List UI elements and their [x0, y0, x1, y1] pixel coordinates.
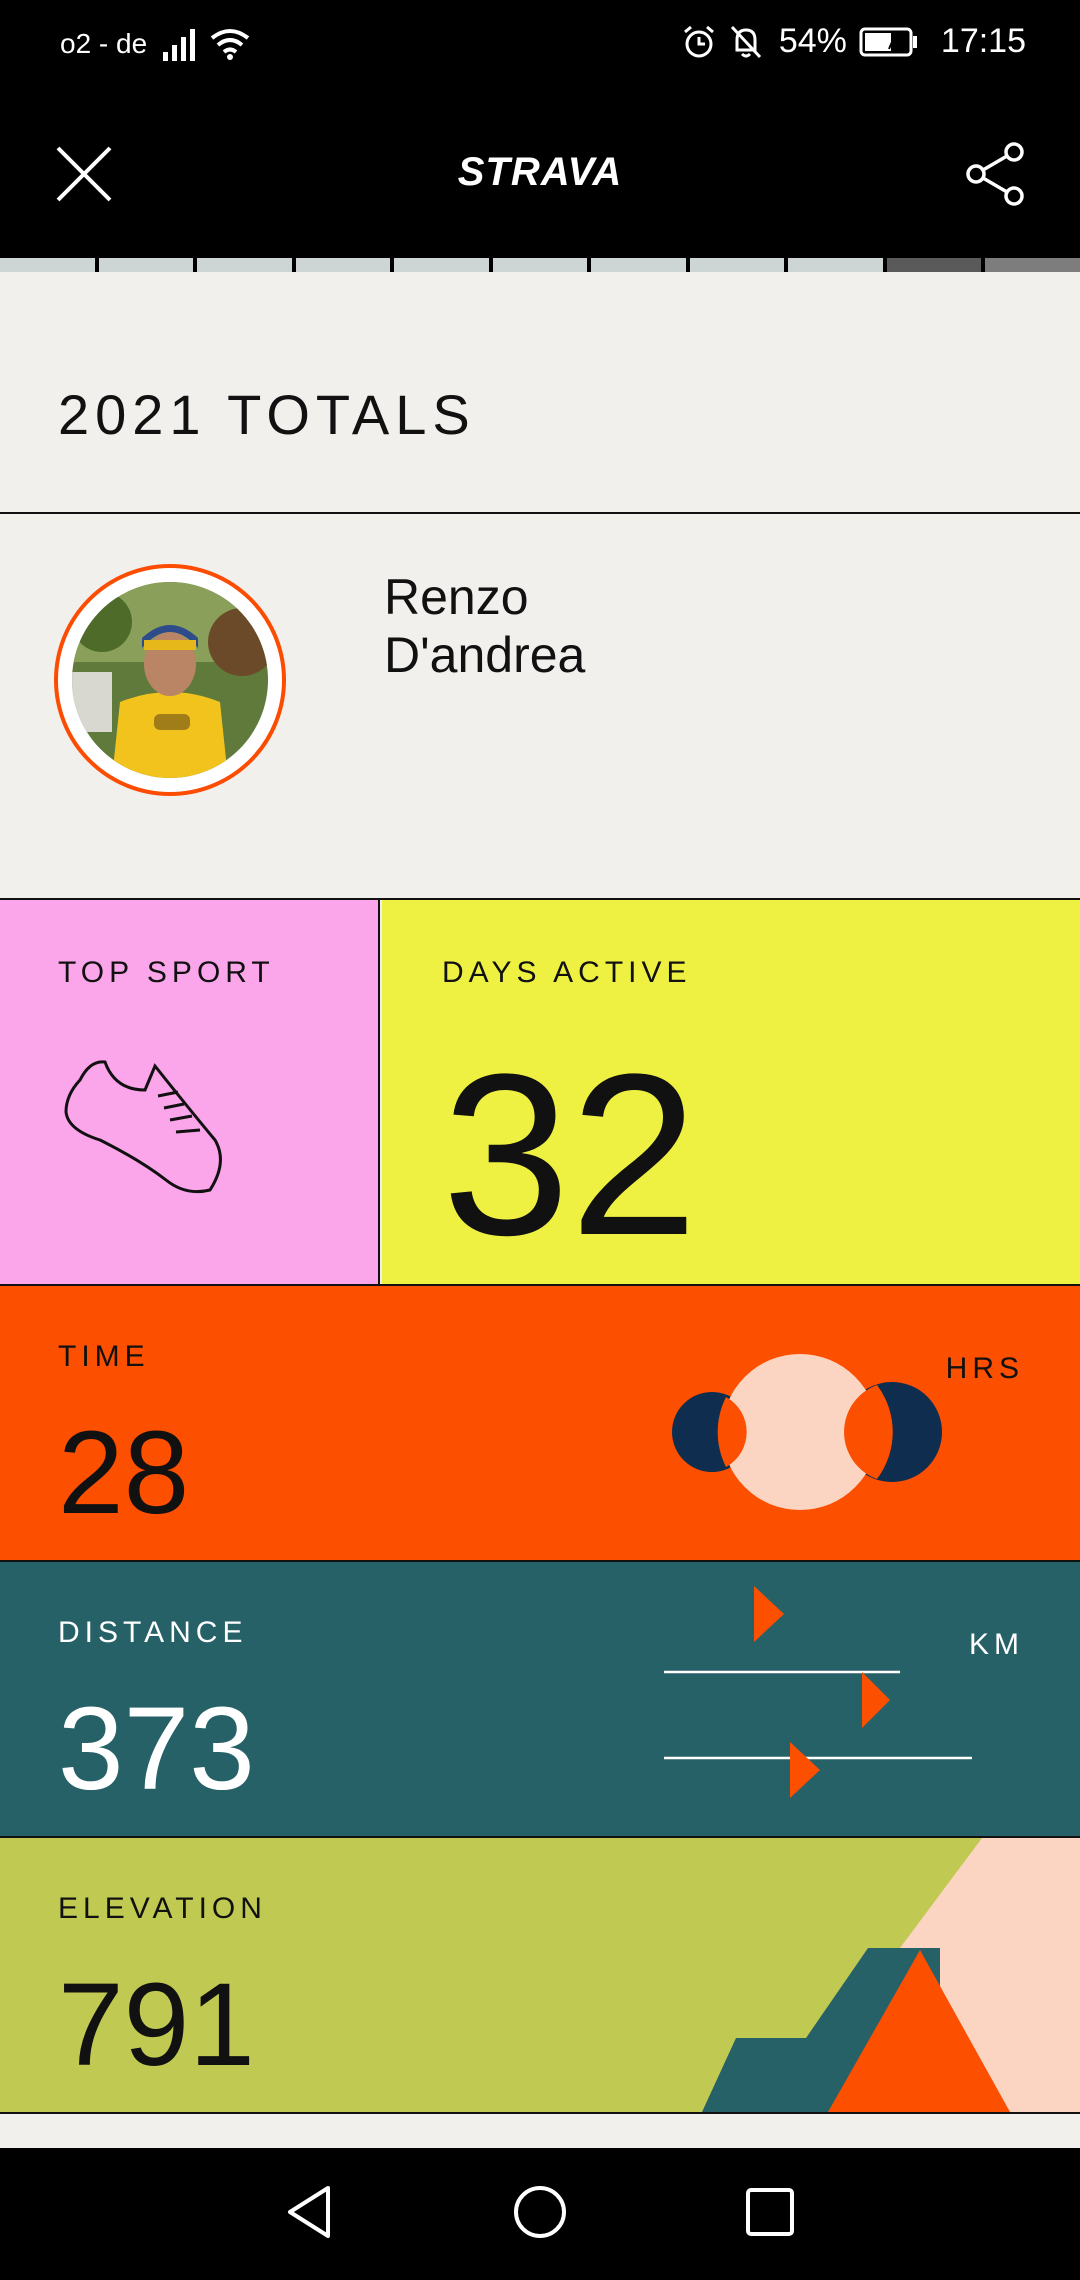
time-graphic — [672, 1354, 942, 1510]
page-title: 2021 TOTALS — [58, 383, 476, 446]
last-name: D'andrea — [384, 627, 586, 683]
totals-card: 2021 TOTALS Renzo D'andrea TOP SPORT DAYS… — [0, 272, 1080, 2148]
elevation-graphic — [702, 1838, 1080, 2112]
progress-segment — [591, 258, 686, 272]
days-active-value: 32 — [442, 1026, 698, 1283]
home-icon[interactable] — [512, 2184, 568, 2240]
time-value: 28 — [58, 1407, 190, 1539]
clock: 17:15 — [940, 22, 1026, 60]
battery-percentage: 54% — [778, 22, 847, 60]
time-unit: HRS — [945, 1352, 1024, 1385]
elevation-label: ELEVATION — [58, 1892, 267, 1925]
progress-segment — [394, 258, 489, 272]
distance-label: DISTANCE — [58, 1616, 248, 1649]
progress-segment — [788, 258, 883, 272]
distance-graphic — [664, 1586, 972, 1798]
battery-icon — [859, 27, 917, 56]
profile-photo — [72, 582, 268, 778]
progress-segment — [197, 258, 292, 272]
story-progress-bar — [0, 258, 1080, 272]
first-name: Renzo — [384, 569, 529, 625]
status-right-group: 54% 17:15 — [681, 22, 1026, 61]
progress-segment — [985, 258, 1080, 272]
days-active-tile: DAYS ACTIVE 32 — [382, 900, 1080, 1284]
back-icon[interactable] — [284, 2184, 334, 2240]
wifi-icon — [210, 29, 250, 60]
time-label: TIME — [58, 1340, 150, 1373]
time-tile: TIME 28 HRS — [0, 1286, 1080, 1560]
progress-segment — [0, 258, 95, 272]
distance-value: 373 — [58, 1683, 255, 1815]
progress-segment — [492, 258, 588, 272]
strava-logo: STRAVA — [457, 150, 623, 194]
progress-segment — [98, 258, 194, 272]
signal-icon — [163, 29, 195, 61]
avatar[interactable] — [54, 564, 286, 796]
app-header: STRAVA — [0, 92, 1080, 258]
top-sport-tile: TOP SPORT — [0, 900, 380, 1284]
distance-tile: DISTANCE 373 KM — [0, 1562, 1080, 1836]
days-active-label: DAYS ACTIVE — [442, 956, 692, 989]
progress-segment — [689, 258, 785, 272]
progress-segment — [295, 258, 391, 272]
top-sport-label: TOP SPORT — [58, 956, 275, 989]
progress-segment — [886, 258, 982, 272]
athlete-name: Renzo D'andrea — [384, 568, 784, 684]
elevation-tile: ELEVATION 791 M — [0, 1838, 1080, 2112]
elevation-value: 791 — [58, 1959, 255, 2091]
system-navigation-bar — [0, 2148, 1080, 2280]
alarm-icon — [683, 25, 714, 57]
status-bar: o2 - de 54% 17:15 — [0, 0, 1080, 92]
carrier-name: o2 - de — [60, 28, 148, 59]
recents-icon[interactable] — [744, 2186, 796, 2238]
running-shoe-icon — [64, 1060, 222, 1194]
notifications-off-icon — [730, 25, 761, 58]
share-icon[interactable] — [964, 142, 1028, 206]
divider — [0, 512, 1080, 514]
divider — [0, 2112, 1080, 2114]
